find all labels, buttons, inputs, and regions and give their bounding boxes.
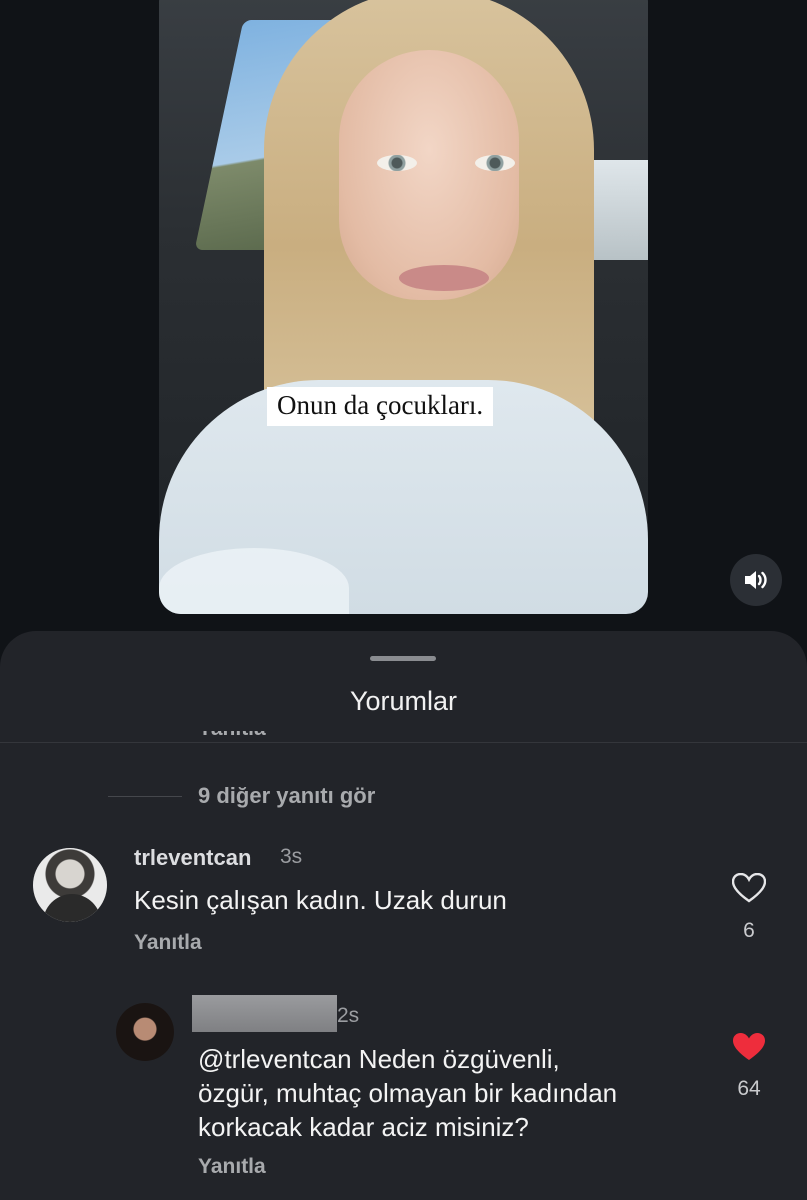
video-caption: Onun da çocukları. (267, 387, 494, 426)
reply-button[interactable]: Yanıtla (198, 1155, 266, 1179)
avatar[interactable] (116, 1003, 174, 1061)
more-replies-line (108, 796, 182, 797)
app-screen: Onun da çocukları. Yorumlar Yanıtla 9 di… (0, 0, 807, 1200)
like-count: 64 (737, 1077, 761, 1100)
like-count: 6 (743, 919, 755, 942)
sheet-divider (0, 742, 807, 743)
comment-time: 3s (280, 845, 303, 868)
comment-text-line-1: @trleventcan Neden özgüvenli, (198, 1044, 560, 1074)
comment-time: 2s (337, 1004, 360, 1027)
sheet-drag-handle[interactable] (370, 656, 436, 661)
comment-text-line-3: korkacak kadar aciz misiniz? (198, 1112, 529, 1142)
video-background-window-right (588, 160, 648, 260)
heart-filled-icon[interactable] (732, 1032, 766, 1062)
reply-button[interactable]: Yanıtla (134, 931, 202, 955)
volume-button[interactable] (730, 554, 782, 606)
comment-text-line-2: özgür, muhtaç olmayan bir kadından (198, 1078, 618, 1108)
sheet-title: Yorumlar (349, 686, 458, 716)
video-person-eye-right (475, 155, 515, 171)
comment-username[interactable]: trleventcan (134, 845, 251, 871)
video-player[interactable] (159, 0, 648, 614)
partial-reply-button[interactable]: Yanıtla (198, 731, 266, 751)
comment-text: Kesin çalışan kadın. Uzak durun (134, 885, 507, 915)
video-person-face (339, 50, 519, 300)
volume-icon (745, 571, 767, 589)
view-more-replies-button[interactable]: 9 diğer yanıtı gör (198, 783, 375, 809)
video-person-lips (399, 265, 489, 291)
partial-reply-label: Yanıtla (198, 731, 266, 740)
redacted-username (192, 995, 337, 1032)
video-person-eye-left (377, 155, 417, 171)
avatar[interactable] (33, 848, 107, 922)
heart-outline-icon[interactable] (732, 873, 766, 903)
comments-sheet: Yorumlar Yanıtla 9 diğer yanıtı gör trle… (0, 631, 807, 1200)
